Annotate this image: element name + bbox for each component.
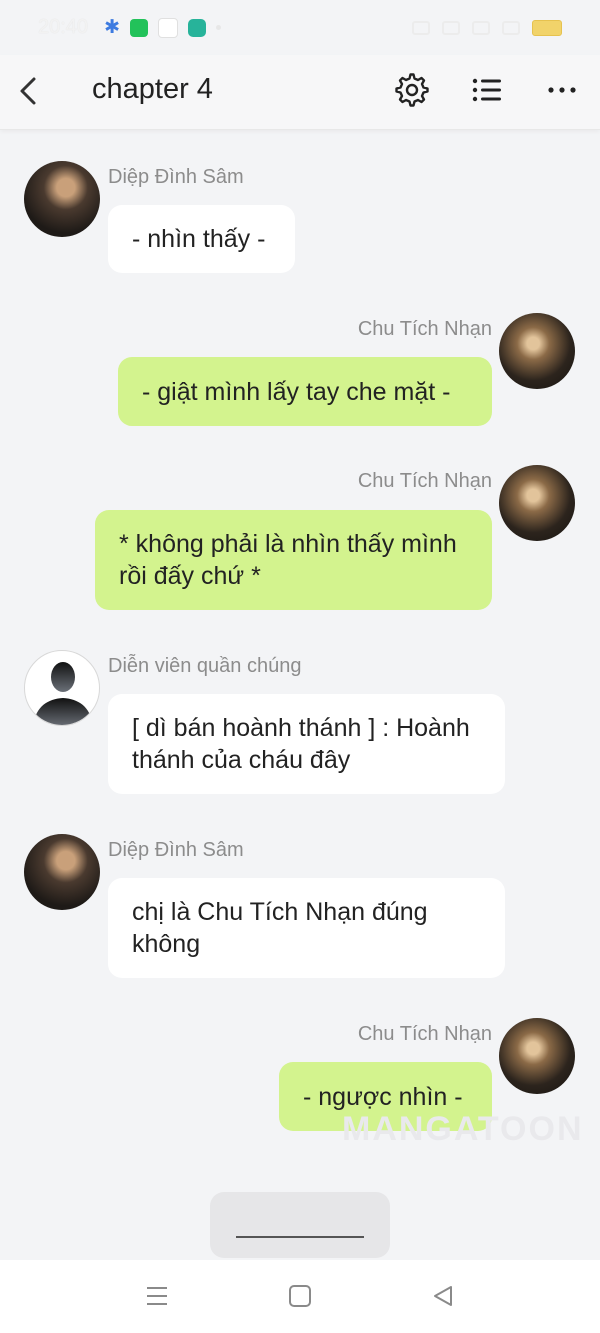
speaker-name: Diệp Đình Sâm (108, 839, 244, 861)
system-nav-bar (0, 1260, 600, 1333)
avatar[interactable] (499, 313, 575, 389)
watermark: MANGATOON (342, 1110, 584, 1148)
status-time: 20:40 (38, 16, 89, 38)
input-underline (236, 1236, 364, 1238)
avatar[interactable] (24, 650, 100, 726)
status-bar: 20:40 ✱ (0, 0, 600, 55)
menu-icon[interactable] (143, 1282, 171, 1310)
avatar[interactable] (24, 161, 100, 237)
message-bubble[interactable]: - nhìn thấy - (108, 205, 295, 273)
signal-icon (502, 20, 520, 35)
more-horizontal-icon[interactable] (545, 73, 579, 107)
mute-icon (442, 20, 460, 35)
person-silhouette-icon (33, 662, 93, 725)
message-bubble[interactable]: chị là Chu Tích Nhạn đúng không (108, 878, 505, 978)
speaker-name: Chu Tích Nhạn (357, 470, 492, 492)
message-bubble[interactable]: [ dì bán hoành thánh ] : Hoành thánh của… (108, 694, 505, 794)
back-triangle-icon[interactable] (429, 1282, 457, 1310)
speaker-name: Diệp Đình Sâm (108, 166, 244, 188)
avatar[interactable] (24, 834, 100, 910)
home-square-icon[interactable] (286, 1282, 314, 1310)
app-notification-icon (157, 17, 178, 38)
app-bar: chapter 4 (0, 55, 600, 130)
page-title: chapter 4 (92, 73, 213, 105)
alarm-icon (412, 20, 430, 35)
wifi-icon (472, 20, 490, 35)
speaker-name: Chu Tích Nhạn (357, 318, 492, 340)
battery-icon (532, 19, 562, 36)
gear-icon[interactable] (395, 73, 429, 107)
list-icon[interactable] (470, 73, 504, 107)
upload-notification-icon (187, 18, 206, 37)
message-bubble[interactable]: - giật mình lấy tay che mặt - (118, 357, 492, 426)
app-notification-icon (129, 18, 148, 37)
speaker-name: Chu Tích Nhạn (357, 1023, 492, 1045)
chevron-left-icon[interactable] (14, 73, 46, 109)
notification-dot-icon (215, 25, 221, 30)
next-message-button[interactable] (210, 1192, 390, 1258)
avatar[interactable] (499, 1018, 575, 1094)
message-bubble[interactable]: * không phải là nhìn thấy mình rồi đấy c… (95, 510, 492, 610)
avatar[interactable] (499, 465, 575, 541)
settings-notification-icon: ✱ (104, 16, 120, 38)
speaker-name: Diễn viên quần chúng (108, 655, 302, 677)
